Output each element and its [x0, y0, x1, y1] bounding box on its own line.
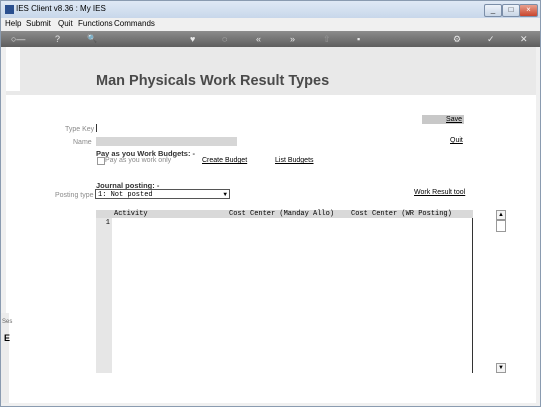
minimize-button[interactable]: _ — [484, 4, 502, 17]
type-key-input[interactable] — [96, 124, 97, 132]
name-label: Name — [73, 139, 92, 146]
heart-icon[interactable]: ♥ — [190, 33, 195, 45]
pay-only-label: Pay as you work only — [105, 157, 172, 164]
search-icon[interactable]: 🔍 — [87, 33, 97, 45]
work-result-tool-link[interactable]: Work Result tool — [414, 189, 465, 196]
column-activity: Activity — [114, 210, 148, 218]
refresh-icon[interactable]: ◌ — [222, 33, 227, 45]
row-number-column: 1 — [96, 218, 112, 373]
rewind-icon[interactable]: « — [256, 33, 261, 45]
quit-link[interactable]: Quit — [450, 137, 463, 144]
help-icon[interactable]: ? — [55, 33, 60, 45]
menu-functions[interactable]: Functions — [78, 19, 113, 28]
app-icon — [5, 5, 14, 14]
menu-submit[interactable]: Submit — [26, 19, 51, 28]
column-cost-center-manday: Cost Center (Manday Allo) — [229, 210, 335, 218]
type-key-label: Type Key — [65, 126, 95, 133]
scroll-up-icon[interactable]: ▲ — [496, 210, 506, 220]
column-cost-center-wr: Cost Center (WR Posting) — [351, 210, 452, 218]
gear-icon[interactable]: ⚙ — [453, 33, 461, 45]
upload-icon[interactable]: ⇧ — [323, 33, 331, 45]
title-bar: IES Client v8.36 : My IES _ □ × — [1, 1, 540, 18]
close-window-button[interactable]: × — [519, 4, 538, 17]
edge-glyph: E — [4, 333, 11, 343]
activity-grid[interactable]: Activity Cost Center (Manday Allo) Cost … — [96, 210, 473, 373]
maximize-button[interactable]: □ — [502, 4, 520, 17]
app-window: IES Client v8.36 : My IES _ □ × Help Sub… — [0, 0, 541, 407]
vertical-scrollbar[interactable]: ▲ ▼ — [496, 210, 506, 374]
check-icon[interactable]: ✓ — [487, 33, 495, 45]
content-area: Man Physicals Work Result Types Save Qui… — [6, 47, 536, 403]
row-number: 1 — [105, 219, 110, 227]
stop-icon[interactable]: ▪ — [357, 33, 360, 45]
menu-help[interactable]: Help — [5, 19, 21, 28]
menu-commands[interactable]: Commands — [114, 19, 155, 28]
name-input[interactable] — [96, 137, 237, 146]
page-title: Man Physicals Work Result Types — [96, 73, 330, 89]
close-icon[interactable]: ✕ — [520, 33, 528, 45]
posting-type-label: Posting type — [55, 192, 94, 199]
grid-divider — [472, 218, 473, 373]
posting-type-value: 1: Not posted — [98, 191, 153, 199]
left-edge-strip: Ses E — [1, 313, 13, 403]
scroll-down-icon[interactable]: ▼ — [496, 363, 506, 373]
pay-only-checkbox[interactable] — [97, 157, 105, 165]
list-budgets-link[interactable]: List Budgets — [275, 157, 314, 164]
posting-type-select[interactable]: 1: Not posted ▼ — [95, 189, 230, 199]
save-button[interactable]: Save — [422, 115, 464, 124]
key-icon[interactable]: ○— — [11, 33, 25, 45]
toolbar: ○— ? 🔍 ♥ ◌ « » ⇧ ▪ ⚙ ✓ ✕ — [1, 31, 540, 47]
menu-bar: Help Submit Quit Functions Commands — [1, 18, 540, 30]
session-label: Ses — [2, 319, 13, 325]
scroll-thumb[interactable] — [496, 220, 506, 232]
chevron-down-icon[interactable]: ▼ — [223, 190, 227, 200]
grid-header: Activity Cost Center (Manday Allo) Cost … — [96, 210, 473, 218]
create-budget-link[interactable]: Create Budget — [202, 157, 247, 164]
menu-quit[interactable]: Quit — [58, 19, 73, 28]
fast-forward-icon[interactable]: » — [290, 33, 295, 45]
header-band-lower — [6, 91, 536, 95]
window-title: IES Client v8.36 : My IES — [16, 4, 106, 13]
